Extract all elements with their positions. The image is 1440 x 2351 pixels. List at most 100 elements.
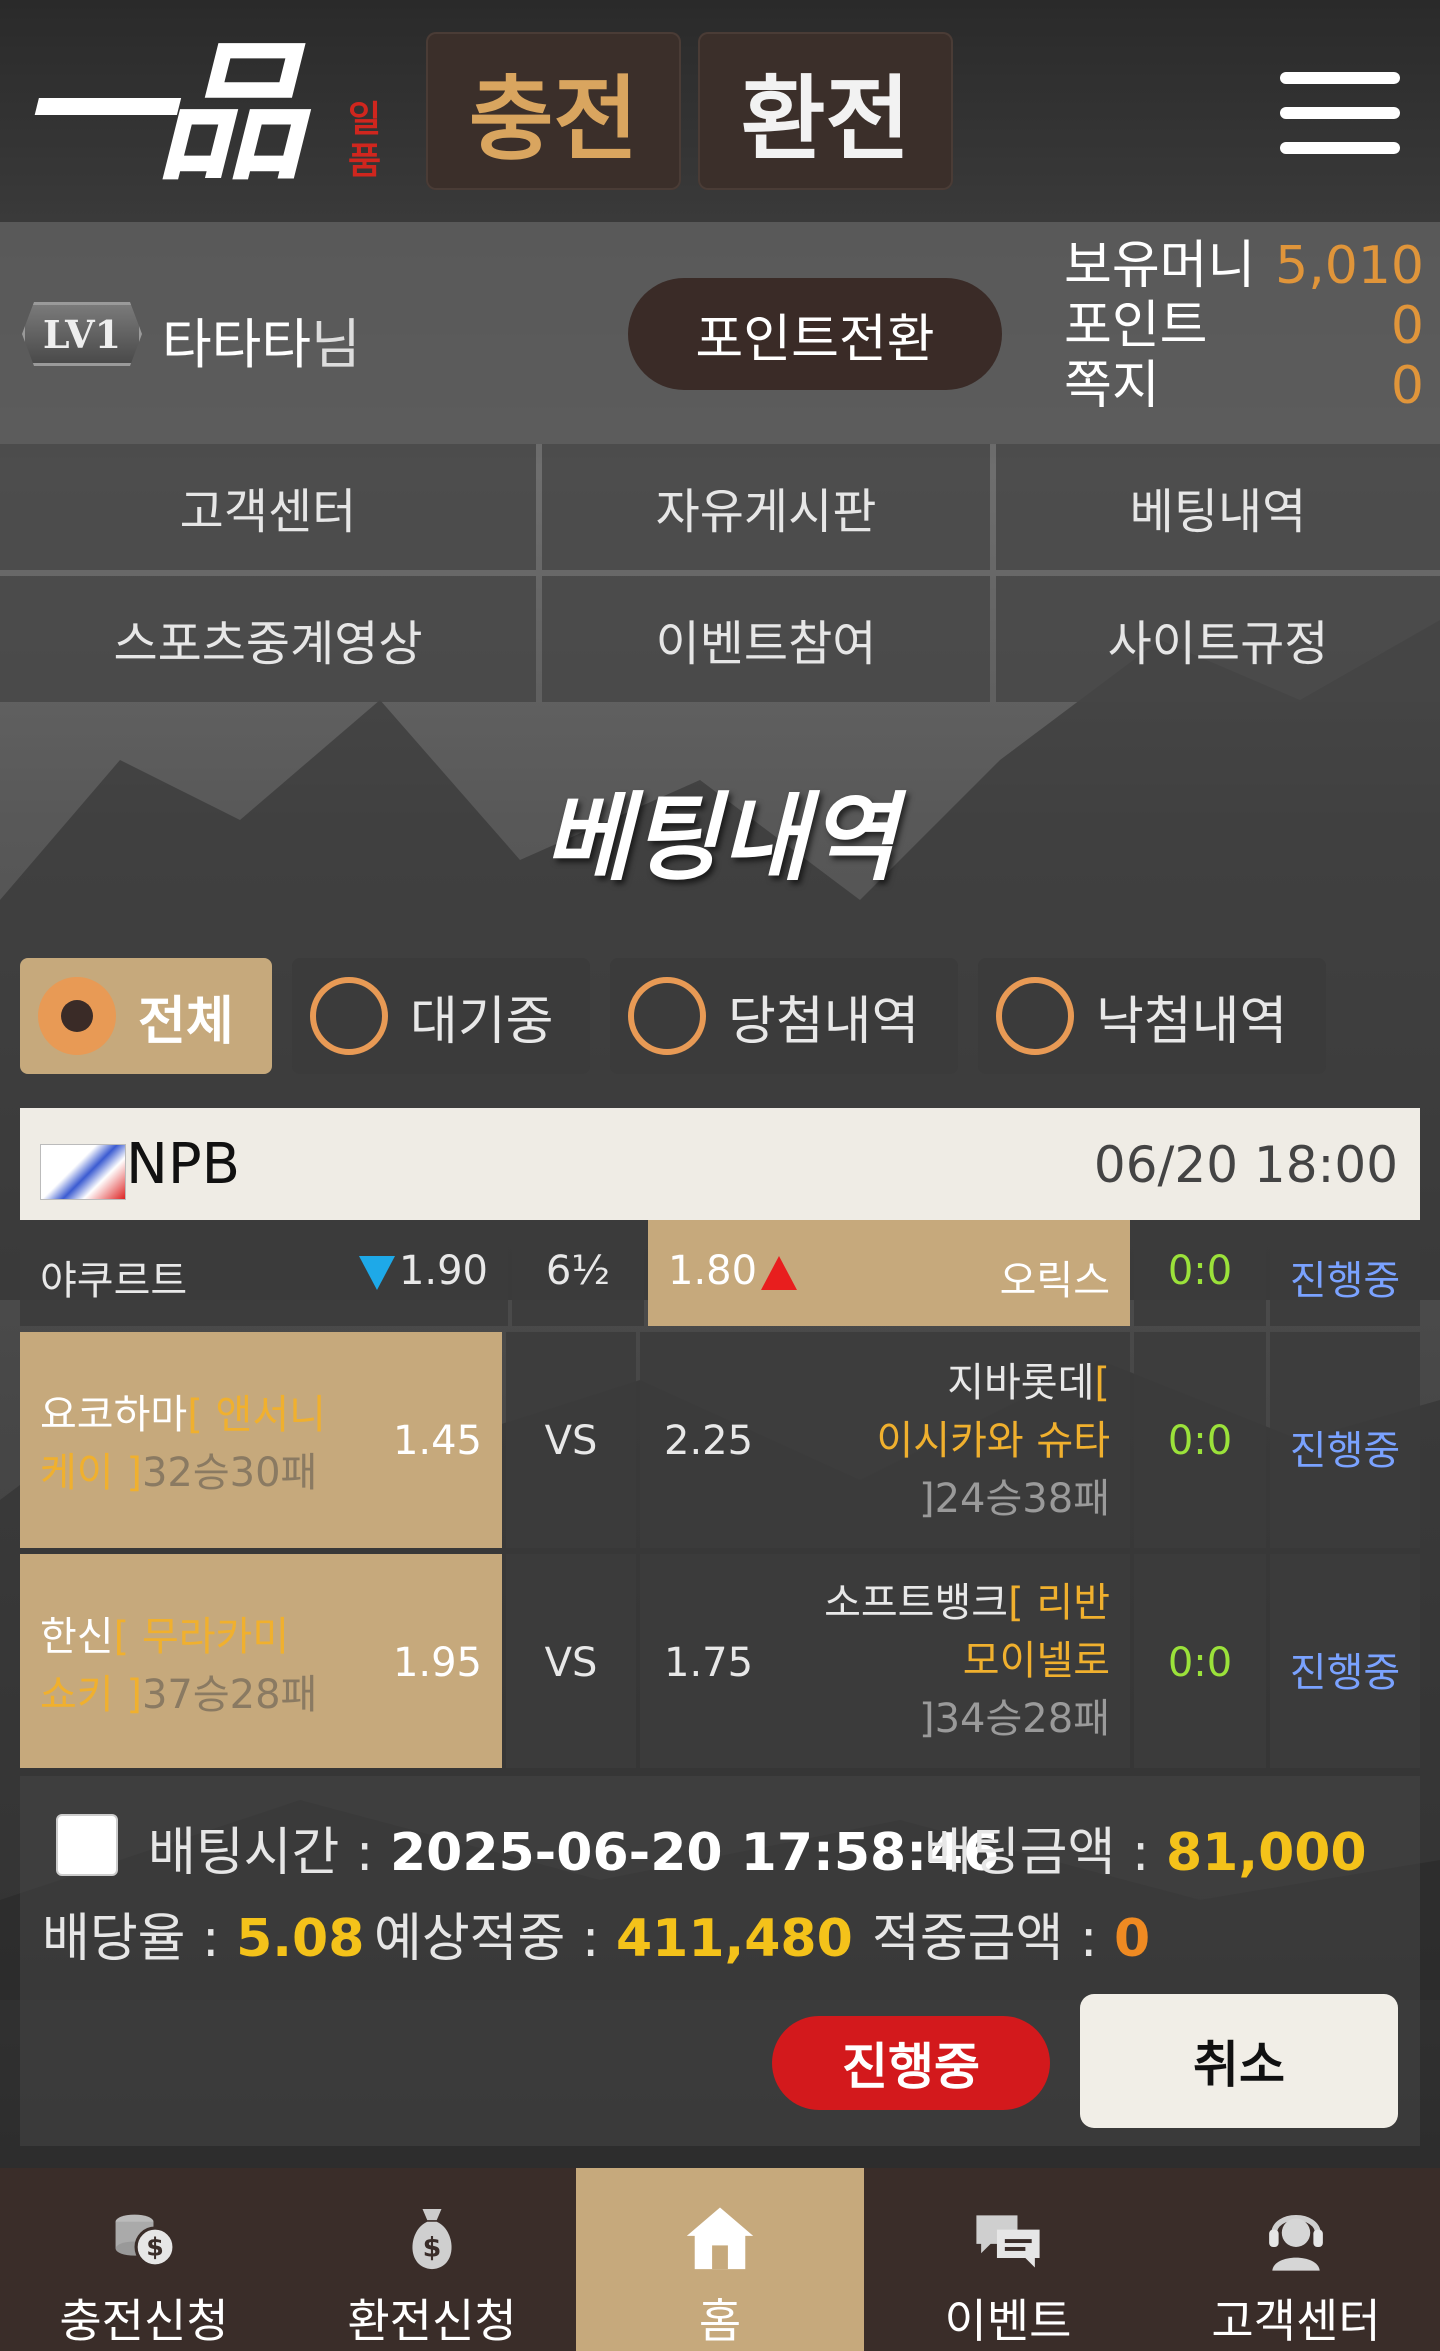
odds-down-icon	[358, 1256, 395, 1290]
page-title: 베팅내역	[543, 782, 897, 894]
menu-bet-history[interactable]: 베팅내역	[996, 444, 1440, 570]
away-odds: 1.75	[664, 1640, 754, 1686]
nav-exchange-request[interactable]: $ 환전신청	[288, 2168, 576, 2351]
home-cell-selected[interactable]: 요코하마[ 앤서니 케이 ]32승30패 1.45	[20, 1332, 502, 1548]
point-value: 0	[1390, 296, 1424, 356]
nav-home[interactable]: 홈	[576, 2168, 864, 2351]
match-row: 한신[ 무라카미 쇼키 ]37승28패 1.95 VS 1.75 소프트뱅크[ 리…	[20, 1554, 1420, 1768]
tab-label: 당첨내역	[728, 991, 920, 1052]
logo-main-text: 一品	[18, 25, 306, 201]
win-amount: 적중금액 : 0	[872, 1909, 1151, 1969]
chat-bubbles-icon	[976, 2215, 1040, 2268]
home-odds: 1.45	[392, 1418, 482, 1464]
point-label: 포인트	[1064, 296, 1208, 356]
nav-event[interactable]: 이벤트	[864, 2168, 1152, 2351]
username: 타타타님	[162, 313, 361, 376]
expected-win: 예상적중 : 411,480	[374, 1909, 853, 1969]
away-team-info: 지바롯데[이시카와 슈타]24승38패	[876, 1360, 1110, 1522]
hamburger-menu-icon[interactable]	[1280, 72, 1400, 154]
menu-customer-center[interactable]: 고객센터	[0, 444, 536, 570]
status: 진행중	[1289, 1650, 1401, 1696]
radio-icon	[996, 977, 1074, 1055]
select-checkbox[interactable]	[56, 1814, 118, 1876]
score-cell: 0:0	[1134, 1332, 1266, 1548]
league-name: NPB	[126, 1132, 241, 1197]
site-logo[interactable]: 一品 일품	[18, 25, 381, 201]
status-cell: 진행중	[1270, 1220, 1420, 1326]
money-label: 보유머니	[1064, 236, 1256, 296]
menu-event[interactable]: 이벤트참여	[542, 576, 990, 702]
tab-all[interactable]: 전체	[20, 958, 272, 1074]
home-odds: 1.90	[358, 1248, 488, 1294]
tab-label: 대기중	[410, 991, 554, 1052]
vs-cell: VS	[506, 1554, 636, 1768]
tab-pending[interactable]: 대기중	[292, 958, 590, 1074]
match-row: 야쿠르트 1.90 6½ 1.80 오릭스 0:0 진행중	[20, 1220, 1420, 1326]
status: 진행중	[1289, 1428, 1401, 1474]
away-team: 오릭스	[999, 1258, 1110, 1304]
tab-label: 전체	[138, 991, 234, 1052]
tab-won[interactable]: 당첨내역	[610, 958, 958, 1074]
vs-cell: VS	[506, 1332, 636, 1548]
home-team: 야쿠르트	[40, 1258, 188, 1304]
vs-label: VS	[544, 1418, 598, 1464]
match-row: 요코하마[ 앤서니 케이 ]32승30패 1.45 VS 2.25 지바롯데[이시…	[20, 1332, 1420, 1548]
tab-lost[interactable]: 낙첨내역	[978, 958, 1326, 1074]
charge-button[interactable]: 충전	[426, 32, 681, 190]
menu-site-rules[interactable]: 사이트규정	[996, 576, 1440, 702]
home-team-info: 한신[ 무라카미 쇼키 ]37승28패	[40, 1614, 318, 1718]
svg-text:$: $	[146, 2233, 164, 2262]
nav-label: 고객센터	[1211, 2294, 1381, 2348]
score: 0:0	[1167, 1248, 1233, 1294]
money-value: 5,010	[1275, 236, 1424, 296]
balance-panel: 보유머니 5,010 포인트 0 쪽지 0	[1064, 236, 1424, 416]
coins-dollar-icon: $	[115, 2214, 176, 2268]
svg-text:$: $	[423, 2232, 442, 2263]
away-cell[interactable]: 1.75 소프트뱅크[ 리반 모이넬로]34승28패	[640, 1554, 1130, 1768]
bet-time: 배팅시간 : 2025-06-20 17:58:46	[148, 1823, 1000, 1883]
menu-free-board[interactable]: 자유게시판	[542, 444, 990, 570]
nav-label: 홈	[698, 2294, 742, 2348]
score: 0:0	[1167, 1640, 1233, 1686]
match-time: 06/20 18:00	[1093, 1136, 1398, 1194]
money-bag-icon: $	[412, 2209, 452, 2270]
home-cell[interactable]: 야쿠르트 1.90	[20, 1220, 508, 1326]
exchange-button[interactable]: 환전	[698, 32, 953, 190]
progress-status-button[interactable]: 진행중	[772, 2016, 1050, 2110]
league-flag-icon	[40, 1144, 126, 1200]
league-header: NPB 06/20 18:00	[20, 1108, 1420, 1220]
bet-amount: 배팅금액 : 81,000	[924, 1823, 1367, 1883]
away-cell-selected[interactable]: 1.80 오릭스	[648, 1220, 1130, 1326]
status-cell: 진행중	[1270, 1332, 1420, 1548]
status-cell: 진행중	[1270, 1554, 1420, 1768]
top-header: 一品 일품 충전 환전	[0, 0, 1440, 222]
radio-icon	[628, 977, 706, 1055]
point-convert-button[interactable]: 포인트전환	[628, 278, 1002, 390]
nav-label: 환전신청	[347, 2294, 517, 2348]
nav-customer-center[interactable]: 고객센터	[1152, 2168, 1440, 2351]
user-info-bar: LV1 타타타님 포인트전환 보유머니 5,010 포인트 0 쪽지 0	[0, 222, 1440, 444]
radio-icon	[310, 977, 388, 1055]
message-label: 쪽지	[1064, 356, 1160, 416]
status: 진행중	[1289, 1258, 1401, 1304]
menu-sports-stream[interactable]: 스포츠중계영상	[0, 576, 536, 702]
headset-agent-icon	[1269, 2214, 1323, 2271]
home-odds: 1.95	[392, 1640, 482, 1686]
handicap-value: 6½	[545, 1248, 611, 1294]
bet-summary: 배팅시간 : 2025-06-20 17:58:46 배팅금액 : 81,000…	[20, 1776, 1420, 2146]
nav-label: 충전신청	[59, 2294, 229, 2348]
message-row[interactable]: 쪽지 0	[1064, 356, 1424, 416]
away-odds: 1.80	[668, 1248, 798, 1294]
point-row: 포인트 0	[1064, 296, 1424, 356]
away-odds: 2.25	[664, 1418, 754, 1464]
home-icon	[686, 2207, 754, 2270]
nav-charge-request[interactable]: $ 충전신청	[0, 2168, 288, 2351]
away-cell[interactable]: 2.25 지바롯데[이시카와 슈타]24승38패	[640, 1332, 1130, 1548]
message-value: 0	[1390, 356, 1424, 416]
cancel-button[interactable]: 취소	[1080, 1994, 1398, 2128]
score-cell: 0:0	[1134, 1220, 1266, 1326]
level-badge: LV1	[22, 302, 142, 366]
home-team-info: 요코하마[ 앤서니 케이 ]32승30패	[40, 1392, 326, 1496]
home-cell-selected[interactable]: 한신[ 무라카미 쇼키 ]37승28패 1.95	[20, 1554, 502, 1768]
tab-label: 낙첨내역	[1096, 991, 1288, 1052]
